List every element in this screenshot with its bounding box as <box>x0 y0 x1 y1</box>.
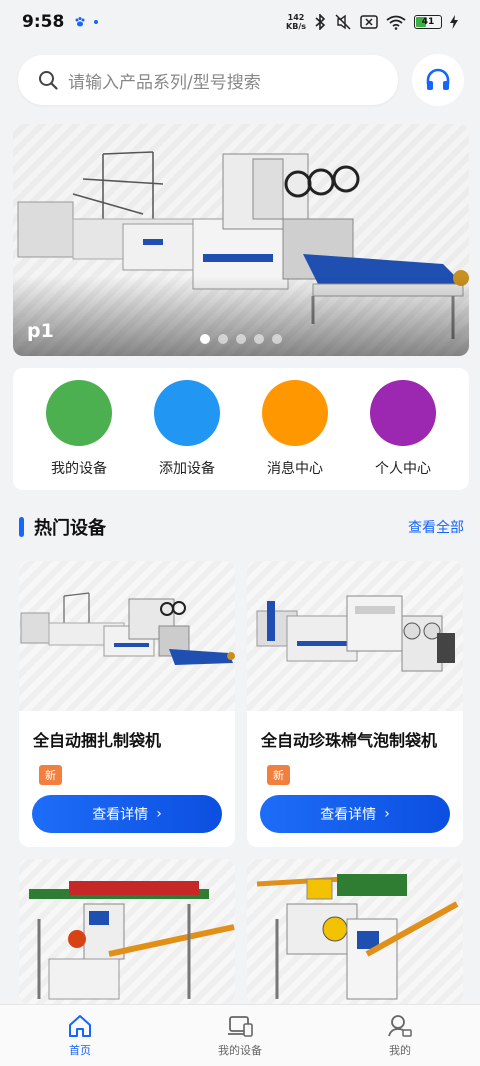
message-center-icon <box>262 380 328 446</box>
chevron-right-icon: › <box>384 806 390 822</box>
bluetooth-icon <box>315 14 326 30</box>
my-devices-icon <box>46 380 112 446</box>
dot-icon <box>94 20 99 24</box>
view-details-button[interactable]: 查看详情 › <box>32 795 222 833</box>
nav-profile[interactable]: 我的 <box>320 1005 480 1066</box>
nav-home[interactable]: 首页 <box>0 1005 160 1066</box>
status-bar: 9:58 142 KB/s 41 <box>0 0 480 44</box>
carousel-dot[interactable] <box>236 334 246 344</box>
battery-icon: 41 <box>414 15 442 29</box>
person-icon <box>388 1014 412 1037</box>
product-name: 全自动捆扎制袋机 <box>33 731 162 750</box>
new-badge: 新 <box>39 765 62 785</box>
view-details-button[interactable]: 查看详情 › <box>260 795 450 833</box>
device-icon <box>228 1015 253 1037</box>
product-name: 全自动珍珠棉气泡制袋机 <box>261 731 438 750</box>
carousel-dot[interactable] <box>218 334 228 344</box>
search-input[interactable]: 请输入产品系列/型号搜索 <box>18 55 398 105</box>
hot-devices-header: 热门设备 查看全部 <box>19 512 464 542</box>
search-placeholder: 请输入产品系列/型号搜索 <box>68 72 261 93</box>
chevron-right-icon: › <box>156 806 162 822</box>
product-image <box>19 859 235 1004</box>
carousel-indicator <box>13 334 469 344</box>
product-card[interactable] <box>19 859 235 1004</box>
product-card[interactable]: 全自动捆扎制袋机 新 查看详情 › <box>19 561 235 847</box>
search-icon <box>39 71 58 90</box>
personal-center-icon <box>370 380 436 446</box>
section-accent-bar <box>19 517 24 537</box>
wifi-icon <box>386 15 406 30</box>
add-device-icon <box>154 380 220 446</box>
quick-actions-panel: 我的设备 添加设备 消息中心 个人中心 <box>13 368 469 490</box>
view-all-link[interactable]: 查看全部 <box>408 517 464 537</box>
status-time: 9:58 <box>22 12 65 32</box>
search-row: 请输入产品系列/型号搜索 <box>18 54 464 106</box>
section-title: 热门设备 <box>34 518 106 539</box>
product-card[interactable] <box>247 859 463 1004</box>
product-image <box>247 859 463 1004</box>
paw-icon <box>75 17 85 27</box>
carousel-dot[interactable] <box>272 334 282 344</box>
charging-icon <box>450 15 458 29</box>
product-image <box>247 561 463 711</box>
nav-my-devices[interactable]: 我的设备 <box>160 1005 320 1066</box>
carousel-dot[interactable] <box>200 334 210 344</box>
quick-action-messages[interactable]: 消息中心 <box>245 368 345 490</box>
bottom-navigation: 首页 我的设备 我的 <box>0 1004 480 1066</box>
customer-service-button[interactable] <box>412 54 464 106</box>
net-speed: 142 KB/s <box>286 13 306 31</box>
carousel-dot[interactable] <box>254 334 264 344</box>
new-badge: 新 <box>267 765 290 785</box>
sim-x-icon <box>360 15 378 29</box>
home-icon <box>69 1014 91 1037</box>
product-image <box>19 561 235 711</box>
quick-action-add-device[interactable]: 添加设备 <box>137 368 237 490</box>
product-card[interactable]: 全自动珍珠棉气泡制袋机 新 查看详情 › <box>247 561 463 847</box>
banner-carousel[interactable]: p1 <box>13 124 469 356</box>
quick-action-profile[interactable]: 个人中心 <box>353 368 453 490</box>
mute-icon <box>335 14 351 30</box>
headset-icon <box>426 68 450 90</box>
quick-action-my-devices[interactable]: 我的设备 <box>29 368 129 490</box>
